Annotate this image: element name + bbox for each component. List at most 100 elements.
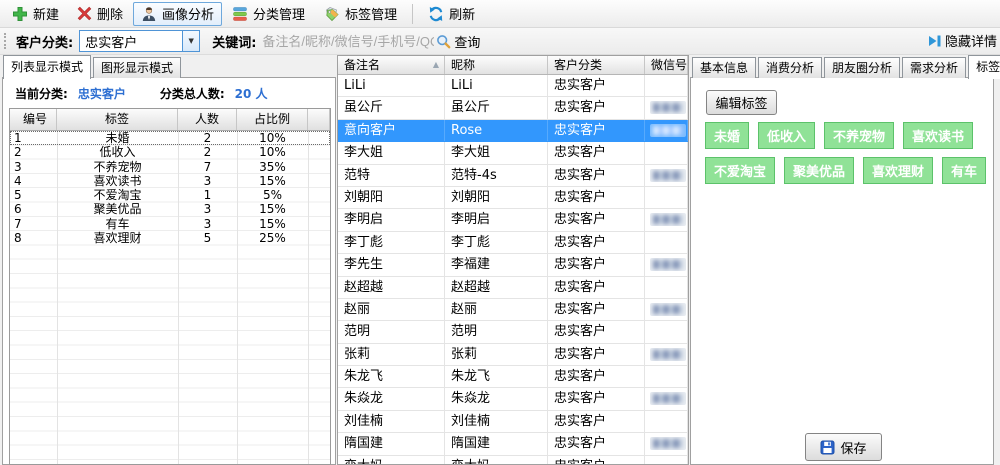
tag-chip[interactable]: 不爱淘宝 (705, 157, 775, 184)
customer-row[interactable]: 刘佳楠 刘佳楠 忠实客户 (338, 411, 688, 433)
hide-details-label: 隐藏详情 (945, 31, 997, 50)
customer-row[interactable]: 栾大妈 栾大妈 忠实客户 (338, 456, 688, 465)
total-count-label: 分类总人数: (160, 85, 225, 102)
customer-list-body: LiLi LiLi 忠实客户 虽公斤 虽公斤 忠实客户 意向客户 Rose 忠实 (338, 75, 688, 465)
customer-row[interactable]: LiLi LiLi 忠实客户 (338, 75, 688, 97)
customer-row[interactable]: 朱龙飞 朱龙飞 忠实客户 (338, 366, 688, 388)
customer-row[interactable]: 刘朝阳 刘朝阳 忠实客户 (338, 187, 688, 209)
tag-stats-header: 编号 标签 人数 占比例 (10, 109, 330, 131)
customer-list-header: 备注名 ▲ 昵称 客户分类 微信号 (338, 56, 688, 75)
display-mode-tab[interactable]: 列表显示模式 (3, 55, 91, 79)
new-button-label: 新建 (33, 4, 59, 23)
customer-row[interactable]: 朱焱龙 朱焱龙 忠实客户 (338, 388, 688, 410)
detail-tab[interactable]: 标签 (968, 55, 1000, 79)
new-button[interactable]: 新建 (4, 2, 67, 26)
customer-detail-panel: 编辑标签 未婚 低收入 不养宠物 喜欢读书 不爱淘宝 聚美优品 喜欢理财 有车 (690, 77, 994, 465)
category-manage-button[interactable]: 分类管理 (224, 2, 313, 26)
customer-row[interactable]: 李明启 李明启 忠实客户 (338, 209, 688, 231)
toolbar-grip[interactable] (4, 33, 9, 49)
search-button[interactable]: 查询 (436, 32, 480, 51)
tag-chip[interactable]: 聚美优品 (784, 157, 854, 184)
customer-row[interactable]: 意向客户 Rose 忠实客户 (338, 120, 688, 142)
detail-tab[interactable]: 消费分析 (758, 57, 822, 78)
column-header-tag[interactable]: 标签 (57, 109, 178, 130)
filter-bar: 客户分类: 忠实客户 ▼ 关键词: 查询 隐藏详情 (0, 28, 1000, 55)
table-row[interactable]: 7 有车 3 15% (10, 217, 330, 231)
wechat-id-blurred (650, 392, 686, 405)
table-row[interactable]: 6 聚美优品 3 15% (10, 202, 330, 216)
table-row[interactable]: 1 未婚 2 10% (10, 131, 330, 145)
wechat-id-blurred (650, 213, 686, 226)
column-header-wechat[interactable]: 微信号 (645, 56, 688, 74)
column-header-nick[interactable]: 昵称 (445, 56, 548, 74)
customer-row[interactable]: 虽公斤 虽公斤 忠实客户 (338, 97, 688, 119)
plus-icon (12, 6, 28, 22)
category-select-value: 忠实客户 (85, 32, 137, 51)
tag-chip[interactable]: 低收入 (758, 122, 815, 149)
customer-row[interactable]: 范特 范特-4s 忠实客户 (338, 165, 688, 187)
table-row[interactable]: 5 不爱淘宝 1 5% (10, 188, 330, 202)
tags-icon (323, 6, 340, 22)
tag-chip[interactable]: 有车 (942, 157, 986, 184)
column-header-no[interactable]: 编号 (10, 109, 57, 130)
wechat-id-blurred (650, 258, 686, 271)
keyword-input[interactable] (262, 34, 434, 49)
table-row[interactable]: 2 低收入 2 10% (10, 145, 330, 159)
table-row[interactable]: 8 喜欢理财 5 25% (10, 231, 330, 245)
category-select[interactable]: 忠实客户 ▼ (79, 30, 200, 52)
customer-row[interactable]: 范明 范明 忠实客户 (338, 321, 688, 343)
edit-tags-label: 编辑标签 (715, 93, 767, 112)
refresh-label: 刷新 (449, 4, 475, 23)
display-mode-tab[interactable]: 图形显示模式 (93, 57, 181, 78)
edit-tags-button[interactable]: 编辑标签 (706, 90, 777, 115)
customer-list-panel: 备注名 ▲ 昵称 客户分类 微信号 LiLi LiLi 忠实客户 虽公斤 虽公斤… (337, 55, 689, 465)
total-count-value: 20 人 (235, 85, 268, 102)
sort-asc-icon: ▲ (433, 56, 439, 74)
hide-details-button[interactable]: 隐藏详情 (928, 31, 997, 50)
column-header-count[interactable]: 人数 (178, 109, 237, 130)
tag-chip-list: 未婚 低收入 不养宠物 喜欢读书 不爱淘宝 聚美优品 喜欢理财 有车 (705, 122, 1000, 184)
person-icon (141, 6, 157, 22)
category-filter-label: 客户分类: (16, 32, 73, 51)
keyword-label: 关键词: (212, 32, 256, 51)
column-header-category[interactable]: 客户分类 (548, 56, 645, 74)
refresh-button[interactable]: 刷新 (420, 2, 483, 26)
column-header-ratio[interactable]: 占比例 (237, 109, 308, 130)
save-button[interactable]: 保存 (805, 433, 882, 461)
customer-row[interactable]: 赵丽 赵丽 忠实客户 (338, 299, 688, 321)
customer-row[interactable]: 隋国建 隋国建 忠实客户 (338, 433, 688, 455)
tag-chip[interactable]: 未婚 (705, 122, 749, 149)
detail-tab[interactable]: 基本信息 (692, 57, 756, 78)
wechat-id-blurred (650, 348, 686, 361)
profile-analysis-button[interactable]: 画像分析 (133, 2, 222, 26)
delete-button-label: 删除 (97, 4, 123, 23)
wechat-id-blurred (650, 303, 686, 316)
tag-chip[interactable]: 喜欢读书 (903, 122, 973, 149)
table-row[interactable]: 3 不养宠物 7 35% (10, 160, 330, 174)
chevron-down-icon[interactable]: ▼ (182, 31, 199, 51)
toolbar-separator (412, 4, 413, 24)
customer-row[interactable]: 张莉 张莉 忠实客户 (338, 344, 688, 366)
customer-row[interactable]: 赵超越 赵超越 忠实客户 (338, 277, 688, 299)
customer-row[interactable]: 李丁彪 李丁彪 忠实客户 (338, 232, 688, 254)
refresh-icon (428, 6, 444, 22)
current-category-label: 当前分类: (15, 85, 68, 102)
column-header-remark[interactable]: 备注名 ▲ (338, 56, 445, 74)
tag-manage-button[interactable]: 标签管理 (315, 2, 405, 26)
customer-row[interactable]: 李先生 李福建 忠实客户 (338, 254, 688, 276)
customer-row[interactable]: 李大姐 李大姐 忠实客户 (338, 142, 688, 164)
collapse-right-icon (928, 34, 942, 48)
detail-tab[interactable]: 需求分析 (902, 57, 966, 78)
category-manage-label: 分类管理 (253, 4, 305, 23)
tag-manage-label: 标签管理 (345, 4, 397, 23)
wechat-id-blurred (650, 124, 686, 137)
save-button-label: 保存 (840, 438, 866, 457)
search-button-label: 查询 (454, 32, 480, 51)
tag-chip[interactable]: 不养宠物 (824, 122, 894, 149)
tag-chip[interactable]: 喜欢理财 (863, 157, 933, 184)
delete-button[interactable]: 删除 (69, 2, 131, 26)
detail-tab[interactable]: 朋友圈分析 (824, 57, 900, 78)
table-row[interactable]: 4 喜欢读书 3 15% (10, 174, 330, 188)
toolbar: 新建 删除 画像分析 分类管理 (0, 0, 1000, 28)
tag-stats-table: 编号 标签 人数 占比例 1 未婚 2 10% 2 (9, 108, 331, 465)
